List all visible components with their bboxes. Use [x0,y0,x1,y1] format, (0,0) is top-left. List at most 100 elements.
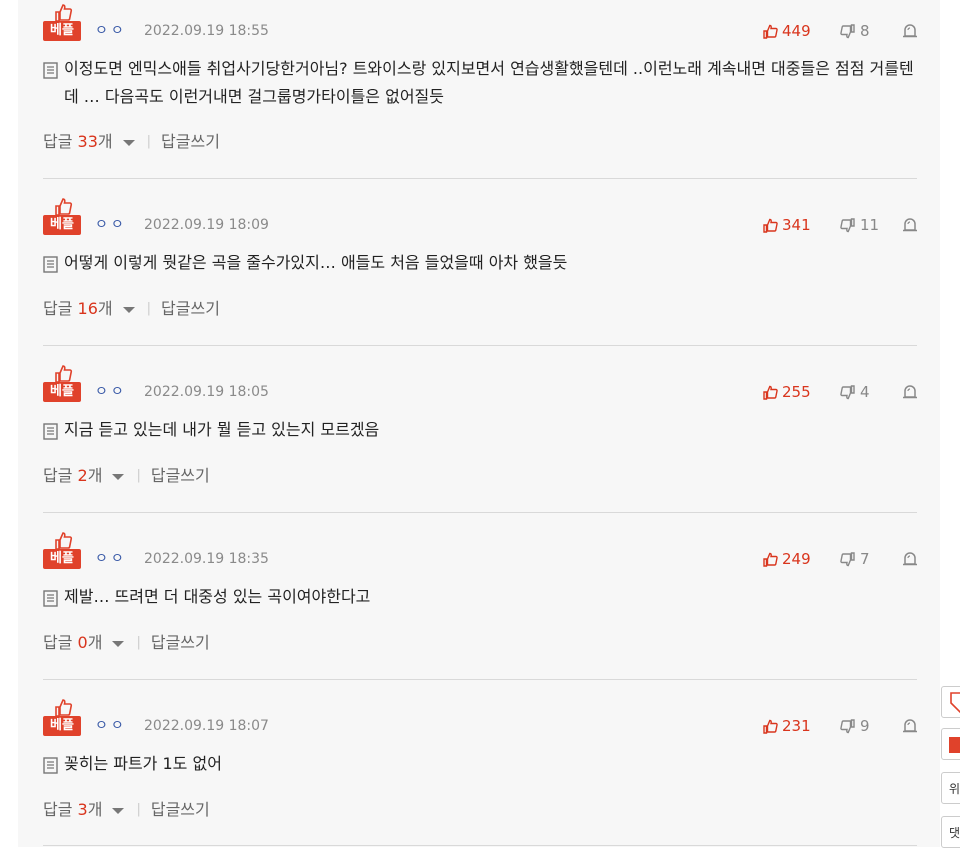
thumbs-down-icon [840,718,855,733]
username[interactable]: ㅇㅇ [95,383,127,401]
like-button[interactable]: 249 [763,550,811,568]
document-icon [43,757,58,774]
like-button[interactable]: 449 [763,22,811,40]
reply-toggle[interactable]: 답글 2개 [43,466,102,486]
reply-toggle[interactable]: 답글 0개 [43,633,102,653]
chevron-down-icon[interactable] [112,474,125,480]
like-count: 231 [782,717,811,735]
reply-count: 2 [77,466,88,485]
username[interactable]: ㅇㅇ [95,717,127,735]
comment-date: 2022.09.19 18:35 [144,551,269,567]
comment-text: 제발… 뜨려면 더 대중성 있는 곡이여야한다고 [64,587,371,606]
thumbs-up-icon [55,365,73,383]
write-reply-link[interactable]: 답글쓰기 [161,299,220,319]
thumbs-up-icon [55,532,73,550]
chevron-down-icon[interactable] [122,307,135,313]
document-icon [43,62,58,79]
document-icon [43,256,58,273]
reply-bar: 답글 33개 | 답글쓰기 [43,132,220,152]
divider [43,845,917,846]
thumbs-up-icon [763,218,778,233]
thumbs-up-icon [763,385,778,400]
reply-toggle[interactable]: 답글 16개 [43,299,113,319]
best-label: 베플 [43,382,81,402]
chevron-down-icon[interactable] [112,808,125,814]
thumbs-down-icon [840,217,855,232]
divider [43,512,917,513]
thumbs-up-icon [55,4,73,22]
divider [43,178,917,179]
share-button[interactable] [941,686,960,718]
comment-item: 베플 ㅇㅇ 2022.09.19 18:35 249 7 제발… 뜨려면 더 대… [43,532,917,662]
divider: | [136,802,141,817]
scroll-top-button[interactable]: 위 [941,772,960,804]
divider [43,345,917,346]
comment-text: 어떻게 이렇게 뭣같은 곡을 줄수가있지… 애들도 처음 들었을때 아차 했을듯 [64,253,568,272]
reply-toggle[interactable]: 답글 33개 [43,132,113,152]
comment-item: 베플 ㅇㅇ 2022.09.19 18:09 341 11 어떻게 이렇게 뭣같… [43,198,917,328]
news-button[interactable] [941,728,960,760]
best-comment-badge: 베플 [43,699,81,739]
best-comment-badge: 베플 [43,198,81,238]
username[interactable]: ㅇㅇ [95,550,127,568]
reply-toggle[interactable]: 답글 3개 [43,800,102,820]
like-count: 341 [782,216,811,234]
best-comment-badge: 베플 [43,532,81,572]
report-icon[interactable] [902,552,918,566]
report-icon[interactable] [902,218,918,232]
like-button[interactable]: 231 [763,717,811,735]
dislike-button[interactable]: 7 [840,550,870,568]
comment-text: 이정도면 엔믹스애들 취업사기당한거아님? 트와이스랑 있지보면서 연습생활했을… [64,59,914,106]
comment-item: 베플 ㅇㅇ 2022.09.19 18:55 449 8 이정도면 엔믹스애들 … [43,4,917,164]
reply-bar: 답글 16개 | 답글쓰기 [43,299,220,319]
best-comment-badge: 베플 [43,365,81,405]
reply-count: 3 [77,800,88,819]
reply-bar: 답글 2개 | 답글쓰기 [43,466,210,486]
report-icon[interactable] [902,24,918,38]
chevron-down-icon[interactable] [112,641,125,647]
like-button[interactable]: 341 [763,216,811,234]
reply-count: 0 [77,633,88,652]
like-count: 449 [782,22,811,40]
write-reply-link[interactable]: 답글쓰기 [161,132,220,152]
dislike-button[interactable]: 4 [840,383,870,401]
write-reply-link[interactable]: 답글쓰기 [151,800,210,820]
chevron-down-icon[interactable] [122,140,135,146]
write-reply-link[interactable]: 답글쓰기 [151,466,210,486]
best-comment-badge: 베플 [43,4,81,44]
dislike-button[interactable]: 11 [840,216,879,234]
divider: | [146,134,152,149]
report-icon[interactable] [902,719,918,733]
like-button[interactable]: 255 [763,383,811,401]
username[interactable]: ㅇㅇ [95,22,127,40]
username[interactable]: ㅇㅇ [95,216,127,234]
dislike-button[interactable]: 9 [840,717,870,735]
reply-bar: 답글 0개 | 답글쓰기 [43,633,210,653]
best-label: 베플 [43,716,81,736]
best-label: 베플 [43,215,81,235]
reply-bar: 답글 3개 | 답글쓰기 [43,800,210,820]
comment-text: 지금 듣고 있는데 내가 뭘 듣고 있는지 모르겠음 [64,420,380,439]
document-icon [43,423,58,440]
comment-date: 2022.09.19 18:55 [144,23,269,39]
best-label: 베플 [43,21,81,41]
write-reply-link[interactable]: 답글쓰기 [151,633,210,653]
thumbs-up-icon [763,719,778,734]
report-icon[interactable] [902,385,918,399]
thumbs-down-icon [840,384,855,399]
best-label: 베플 [43,549,81,569]
thumbs-up-icon [763,552,778,567]
dislike-count: 9 [860,717,870,735]
comment-body: 꽂히는 파트가 1도 없어 [43,754,917,778]
document-icon [43,590,58,607]
dislike-button[interactable]: 8 [840,22,870,40]
comment-item: 베플 ㅇㅇ 2022.09.19 18:05 255 4 지금 듣고 있는데 내… [43,365,917,495]
reply-count: 33 [77,132,98,151]
comment-date: 2022.09.19 18:09 [144,217,269,233]
divider: | [136,635,141,650]
share-icon [950,692,960,714]
comment-item: 베플 ㅇㅇ 2022.09.19 18:07 231 9 꽂히는 파트가 1도 … [43,699,917,829]
dislike-count: 7 [860,550,870,568]
comment-shortcut-button[interactable]: 댓 [941,816,960,848]
dislike-count: 11 [860,216,880,234]
